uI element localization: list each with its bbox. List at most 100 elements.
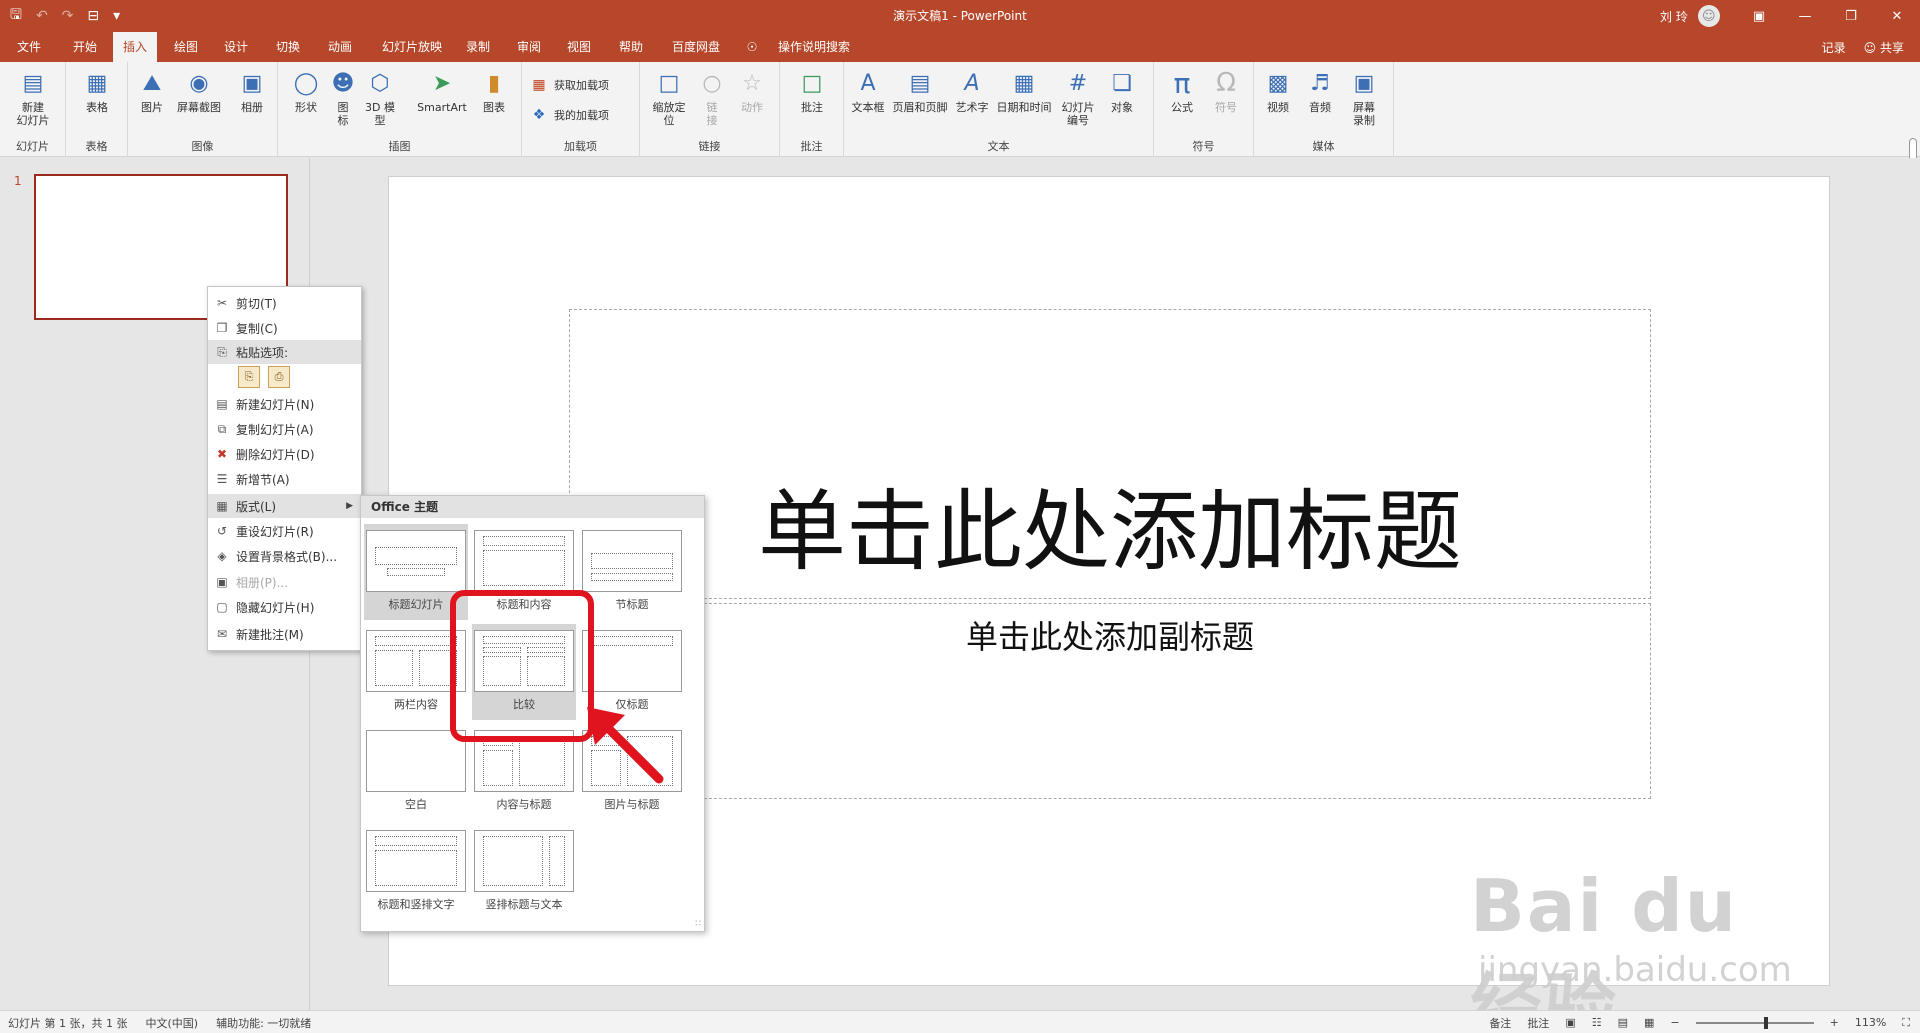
normal-view-icon[interactable]: ▣: [1565, 1016, 1575, 1029]
group-text: A 文本框 ▤ 页眉和页脚 A 艺术字 ▦ 日期和时间 # 幻灯片 编号 ❏ 对…: [844, 62, 1154, 157]
screen-record-button[interactable]: ▣ 屏幕 录制: [1342, 68, 1386, 127]
menu-item-new-slide[interactable]: ▤ 新建幻灯片(N): [208, 392, 361, 416]
zoom-slider[interactable]: [1695, 1016, 1814, 1029]
layout-section-header[interactable]: 节标题: [580, 524, 684, 620]
menu-item-reset-slide[interactable]: ↺ 重设幻灯片(R): [208, 519, 361, 543]
comment-button[interactable]: □ 批注: [790, 68, 834, 114]
screenshot-button[interactable]: ◉ 屏幕截图: [172, 68, 226, 114]
lightbulb-icon[interactable]: ☉: [742, 32, 762, 62]
tab-slideshow[interactable]: 幻灯片放映: [374, 32, 450, 62]
accessibility-status[interactable]: 辅助功能: 一切就绪: [216, 1015, 311, 1031]
object-icon: ❏: [1112, 70, 1132, 96]
restore-button[interactable]: ❐: [1828, 0, 1874, 32]
symbol-label: 符号: [1215, 101, 1237, 114]
speaker-icon: ♬: [1310, 70, 1330, 96]
zoom-slider-thumb[interactable]: [1763, 1016, 1768, 1029]
tab-baidu-netdisk[interactable]: 百度网盘: [664, 32, 728, 62]
audio-button[interactable]: ♬ 音频: [1300, 68, 1340, 114]
get-addins-button[interactable]: ▦ 获取加载项: [530, 76, 609, 94]
chart-button[interactable]: ▮ 图表: [474, 68, 514, 114]
notes-button[interactable]: 备注: [1489, 1015, 1511, 1031]
picture-button[interactable]: ⛰ 图片: [134, 68, 170, 114]
slideshow-view-icon[interactable]: ▦: [1644, 1016, 1654, 1029]
layout-blank[interactable]: 空白: [364, 724, 468, 820]
status-bar: 幻灯片 第 1 张，共 1 张 中文(中国) 辅助功能: 一切就绪 备注 批注 …: [0, 1010, 1920, 1033]
action-button[interactable]: ☆ 动作: [732, 68, 772, 114]
menu-item-add-section[interactable]: ☰ 新增节(A): [208, 467, 361, 491]
subtitle-placeholder[interactable]: 单击此处添加副标题: [569, 603, 1651, 799]
zoom-level[interactable]: 113%: [1855, 1016, 1886, 1029]
menu-item-copy[interactable]: ❐ 复制(C): [208, 316, 361, 340]
tab-home[interactable]: 开始: [64, 32, 106, 62]
layout-preview: [474, 530, 574, 592]
resize-grip-icon[interactable]: ∷: [695, 919, 701, 929]
album-button[interactable]: ▣ 相册: [232, 68, 272, 114]
album-label: 相册: [241, 101, 263, 114]
avatar[interactable]: ☺: [1697, 5, 1720, 27]
tab-animations[interactable]: 动画: [320, 32, 360, 62]
tab-draw[interactable]: 绘图: [166, 32, 206, 62]
close-button[interactable]: ✕: [1874, 0, 1920, 32]
reading-view-icon[interactable]: ▤: [1618, 1016, 1628, 1029]
menu-item-label: 剪切(T): [236, 296, 277, 311]
header-footer-button[interactable]: ▤ 页眉和页脚: [890, 68, 950, 114]
layout-gallery-header: Office 主题: [361, 496, 704, 518]
minimize-button[interactable]: —: [1782, 0, 1828, 32]
layout-vertical-title-and-text[interactable]: 竖排标题与文本: [472, 824, 576, 920]
menu-item-layout[interactable]: ▦ 版式(L) ▶: [208, 494, 361, 518]
menu-item-cut[interactable]: ✂ 剪切(T): [208, 291, 361, 315]
language-indicator[interactable]: 中文(中国): [145, 1015, 198, 1031]
menu-item-format-background[interactable]: ◈ 设置背景格式(B)...: [208, 544, 361, 568]
slide-sorter-icon[interactable]: ☷: [1592, 1016, 1602, 1029]
tell-me-search[interactable]: 操作说明搜索: [766, 32, 862, 62]
tab-transitions[interactable]: 切换: [268, 32, 308, 62]
fit-to-window-icon[interactable]: ⛶: [1902, 1016, 1910, 1030]
record-button[interactable]: 记录: [1822, 39, 1846, 56]
group-label-symbols: 符号: [1192, 140, 1215, 153]
textbox-button[interactable]: A 文本框: [848, 68, 888, 114]
textbox-icon: A: [860, 70, 876, 96]
my-addins-button[interactable]: ❖ 我的加载项: [530, 106, 609, 124]
ribbon-display-options-icon[interactable]: ▣: [1736, 0, 1782, 32]
user-account[interactable]: 刘 玲 ☺: [1660, 0, 1720, 32]
tab-insert[interactable]: 插入: [113, 32, 157, 62]
tab-review[interactable]: 审阅: [510, 32, 548, 62]
object-button[interactable]: ❏ 对象: [1102, 68, 1142, 114]
new-slide-label: 新建 幻灯片: [16, 101, 50, 127]
share-button[interactable]: ☺ 共享: [1864, 39, 1904, 56]
3d-model-button[interactable]: ⬡ 3D 模 型: [360, 68, 400, 127]
new-slide-button[interactable]: ▤ 新建 幻灯片: [6, 68, 60, 127]
zoom-in-button[interactable]: +: [1830, 1016, 1839, 1029]
tab-design[interactable]: 设计: [216, 32, 256, 62]
video-button[interactable]: ▩ 视频: [1258, 68, 1298, 114]
layout-title-and-vertical-text[interactable]: 标题和竖排文字: [364, 824, 468, 920]
equation-button[interactable]: π 公式: [1162, 68, 1202, 114]
paste-use-destination-icon[interactable]: ⎙: [268, 366, 290, 388]
comments-button[interactable]: 批注: [1527, 1015, 1549, 1031]
slide-number-button[interactable]: # 幻灯片 编号: [1056, 68, 1100, 127]
wordart-button[interactable]: A 艺术字: [952, 68, 992, 114]
addin-icon: ❖: [532, 107, 546, 123]
icons-button[interactable]: ☻ 图 标: [328, 68, 358, 127]
symbol-button[interactable]: Ω 符号: [1206, 68, 1246, 115]
smartart-button[interactable]: ➤ SmartArt: [414, 68, 470, 114]
tab-help[interactable]: 帮助: [612, 32, 650, 62]
tab-record[interactable]: 录制: [460, 32, 496, 62]
chart-icon: ▮: [487, 70, 501, 96]
menu-item-new-comment[interactable]: ✉ 新建批注(M): [208, 622, 361, 646]
menu-item-label: 删除幻灯片(D): [236, 447, 315, 462]
table-button[interactable]: ▦ 表格: [74, 68, 120, 114]
link-button[interactable]: ○ 链 接: [694, 68, 730, 127]
zoom-button[interactable]: □ 缩放定 位: [648, 68, 690, 127]
menu-item-delete-slide[interactable]: ✖ 删除幻灯片(D): [208, 442, 361, 466]
paste-keep-source-icon[interactable]: ⎘: [238, 366, 260, 388]
tab-view[interactable]: 视图: [560, 32, 598, 62]
datetime-button[interactable]: ▦ 日期和时间: [994, 68, 1054, 114]
title-placeholder[interactable]: 单击此处添加标题: [569, 309, 1651, 599]
menu-item-duplicate-slide[interactable]: ⧉ 复制幻灯片(A): [208, 417, 361, 441]
ribbon-right-actions: 记录 ☺ 共享: [1822, 32, 1904, 62]
menu-item-hide-slide[interactable]: ▢ 隐藏幻灯片(H): [208, 595, 361, 619]
shapes-button[interactable]: ◯ 形状: [286, 68, 326, 114]
tab-file[interactable]: 文件: [10, 32, 48, 62]
zoom-out-button[interactable]: −: [1670, 1016, 1679, 1029]
